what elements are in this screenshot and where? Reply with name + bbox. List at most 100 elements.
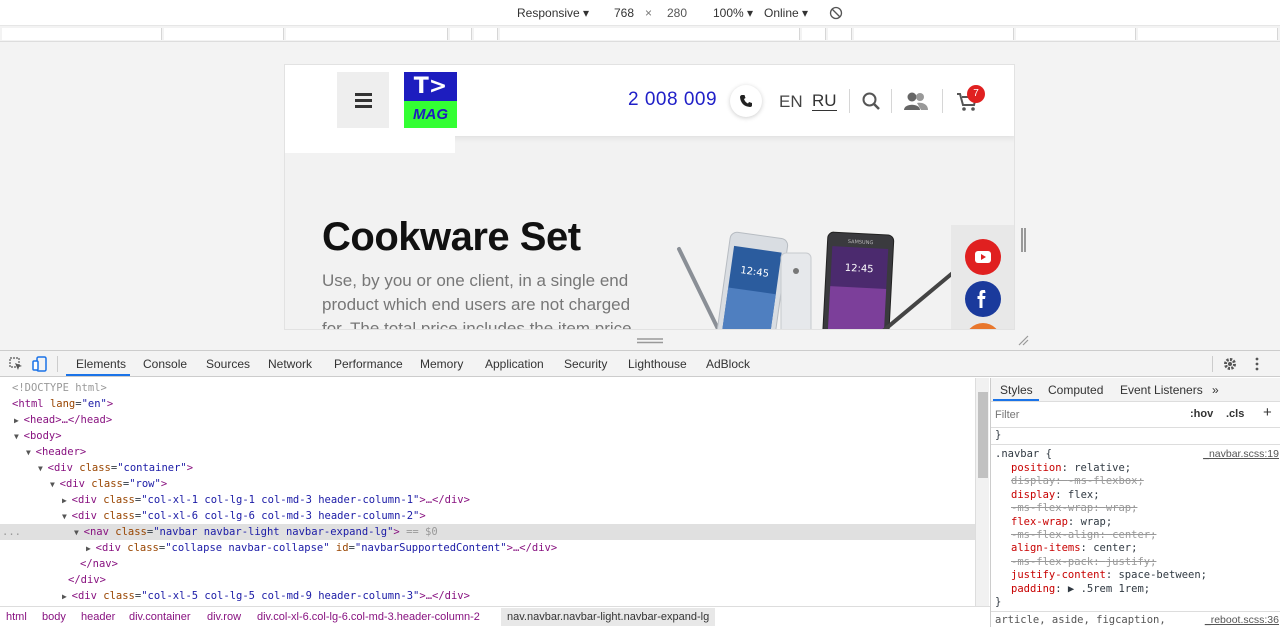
styles-filter-input[interactable] <box>995 406 1179 424</box>
class-toggle[interactable]: .cls <box>1226 408 1244 420</box>
tab-elements[interactable]: Elements <box>76 357 126 371</box>
lang-ru-link[interactable]: RU <box>812 92 837 111</box>
scrollbar-thumb[interactable] <box>978 392 988 478</box>
dom-scrollbar[interactable] <box>975 378 989 606</box>
expand-arrow-icon[interactable]: ▶ <box>62 496 72 505</box>
tab-security[interactable]: Security <box>564 357 607 371</box>
zoom-select[interactable]: 100% ▾ <box>713 6 753 20</box>
dom-node[interactable]: ▼ <div class="col-xl-6 col-lg-6 col-md-3… <box>0 508 975 524</box>
dom-node[interactable]: ▼ <div class="row"> <box>0 476 975 492</box>
node-actions[interactable]: ... <box>2 524 21 540</box>
media-query-segment[interactable] <box>450 28 472 40</box>
css-declaration[interactable]: position: relative; <box>991 462 1280 476</box>
dom-node[interactable]: ▶ <div class="col-xl-1 col-lg-1 col-md-3… <box>0 492 975 508</box>
dom-node[interactable]: ▶ <head>…</head> <box>0 412 975 428</box>
media-query-segment[interactable] <box>500 28 800 40</box>
dom-node-selected[interactable]: ... ▼ <nav class="navbar navbar-light nav… <box>0 524 975 540</box>
dom-node[interactable]: <!DOCTYPE html> <box>0 380 975 396</box>
source-link[interactable]: _reboot.scss:36 <box>1205 614 1279 628</box>
more-options-icon[interactable] <box>1252 357 1262 371</box>
tab-console[interactable]: Console <box>143 357 187 371</box>
call-button[interactable] <box>730 85 762 117</box>
corner-resize-handle[interactable] <box>1017 334 1029 346</box>
media-query-segment[interactable] <box>286 28 448 40</box>
media-query-segment[interactable] <box>1016 28 1136 40</box>
tab-event-listeners[interactable]: Event Listeners <box>1120 383 1203 397</box>
dom-node[interactable]: ▶ <div class="collapse navbar-collapse" … <box>0 540 975 556</box>
breadcrumb-item[interactable]: div.col-xl-6.col-lg-6.col-md-3.header-co… <box>257 611 480 623</box>
breadcrumb-item[interactable]: div.container <box>129 611 191 623</box>
media-query-segment[interactable] <box>164 28 284 40</box>
collapse-arrow-icon[interactable]: ▼ <box>14 432 24 441</box>
source-link[interactable]: _navbar.scss:19 <box>1203 448 1279 462</box>
breadcrumb-item[interactable]: html <box>6 611 27 623</box>
inspect-element-icon[interactable] <box>9 357 23 371</box>
tab-memory[interactable]: Memory <box>420 357 463 371</box>
device-select[interactable]: Responsive ▾ <box>517 6 589 20</box>
site-logo[interactable]: T> MAG <box>404 72 457 128</box>
collapse-arrow-icon[interactable]: ▼ <box>50 480 60 489</box>
breadcrumb-item[interactable]: body <box>42 611 66 623</box>
hamburger-menu-button[interactable] <box>337 72 389 128</box>
tab-adblock[interactable]: AdBlock <box>706 357 750 371</box>
dom-node[interactable]: ▼ <body> <box>0 428 975 444</box>
dom-node[interactable]: ▼ <div class="container"> <box>0 460 975 476</box>
media-query-segment[interactable] <box>474 28 498 40</box>
device-toggle-icon[interactable] <box>32 356 48 372</box>
users-icon[interactable] <box>903 91 929 111</box>
tab-sources[interactable]: Sources <box>206 357 250 371</box>
collapse-arrow-icon[interactable]: ▼ <box>74 528 84 537</box>
css-declaration[interactable]: -ms-flex-align: center; <box>991 529 1280 543</box>
media-query-segment[interactable] <box>802 28 826 40</box>
tab-application[interactable]: Application <box>485 357 544 371</box>
breadcrumb-item[interactable]: header <box>81 611 115 623</box>
search-icon[interactable] <box>862 92 880 110</box>
more-tabs-button[interactable]: » <box>1212 383 1219 397</box>
height-input[interactable]: 280 <box>657 6 697 20</box>
dom-node[interactable]: </nav> <box>0 556 975 572</box>
collapse-arrow-icon[interactable]: ▼ <box>26 448 36 457</box>
social-button[interactable] <box>965 323 1001 329</box>
dom-node[interactable]: <html lang="en"> <box>0 396 975 412</box>
lang-en-link[interactable]: EN <box>779 92 803 112</box>
css-declaration[interactable]: padding: ▶ .5rem 1rem; <box>991 583 1280 597</box>
youtube-button[interactable] <box>965 239 1001 275</box>
tab-lighthouse[interactable]: Lighthouse <box>628 357 687 371</box>
media-query-bar[interactable] <box>0 26 1280 42</box>
css-declaration[interactable]: justify-content: space-between; <box>991 569 1280 583</box>
css-selector[interactable]: article, aside, figcaption, _reboot.scss:… <box>991 614 1280 628</box>
tab-styles[interactable]: Styles <box>1000 383 1033 397</box>
css-declaration[interactable]: -ms-flex-pack: justify; <box>991 556 1280 570</box>
css-declaration[interactable]: display: flex; <box>991 489 1280 503</box>
expand-arrow-icon[interactable]: ▶ <box>62 592 72 601</box>
dom-node[interactable]: ▶ <div class="col-xl-5 col-lg-5 col-md-9… <box>0 588 975 604</box>
bottom-resize-handle[interactable] <box>637 338 663 344</box>
media-query-segment[interactable] <box>854 28 1014 40</box>
rotate-icon[interactable] <box>829 6 843 20</box>
facebook-button[interactable] <box>965 281 1001 317</box>
gear-icon[interactable] <box>1223 357 1237 371</box>
breadcrumb-item-current[interactable]: nav.navbar.navbar-light.navbar-expand-lg <box>501 608 716 626</box>
collapse-arrow-icon[interactable]: ▼ <box>62 512 72 521</box>
css-declaration[interactable]: align-items: center; <box>991 542 1280 556</box>
media-query-segment[interactable] <box>828 28 852 40</box>
css-declaration[interactable]: flex-wrap: wrap; <box>991 516 1280 530</box>
css-selector[interactable]: .navbar {_navbar.scss:19 <box>991 448 1280 462</box>
media-query-segment[interactable] <box>1138 28 1278 40</box>
phone-number[interactable]: 2 008 009 <box>628 89 717 111</box>
width-input[interactable]: 768 <box>604 6 644 20</box>
network-select[interactable]: Online ▾ <box>764 6 808 20</box>
right-resize-handle[interactable] <box>1021 228 1027 252</box>
expand-arrow-icon[interactable]: ▶ <box>86 544 96 553</box>
css-declaration[interactable]: -ms-flex-wrap: wrap; <box>991 502 1280 516</box>
dom-node[interactable]: </div> <box>0 572 975 588</box>
tab-network[interactable]: Network <box>268 357 312 371</box>
hover-state-toggle[interactable]: :hov <box>1190 408 1213 420</box>
expand-arrow-icon[interactable]: ▶ <box>14 416 24 425</box>
dom-node[interactable]: ▼ <header> <box>0 444 975 460</box>
breadcrumb-item[interactable]: div.row <box>207 611 241 623</box>
tab-computed[interactable]: Computed <box>1048 383 1103 397</box>
add-rule-button[interactable]: + <box>1263 404 1272 421</box>
tab-performance[interactable]: Performance <box>334 357 403 371</box>
collapse-arrow-icon[interactable]: ▼ <box>38 464 48 473</box>
